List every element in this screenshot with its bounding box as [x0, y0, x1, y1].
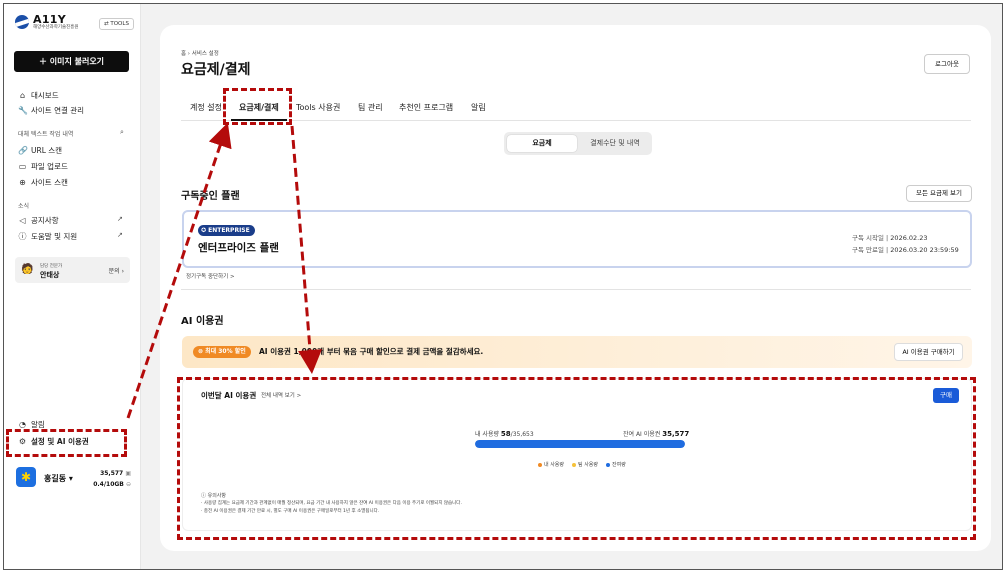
- external-link-icon: ↗: [117, 215, 123, 223]
- storage-usage: 0.4/10GB: [93, 481, 124, 488]
- billing-segment-control: 요금제 결제수단 및 내역: [504, 132, 652, 155]
- sidebar-item-site-scan[interactable]: ⊕ 사이트 스캔: [18, 177, 68, 188]
- annotation-box-settings: [6, 429, 127, 457]
- start-date: 2026.02.23: [890, 234, 928, 242]
- search-icon[interactable]: ⌕: [120, 128, 124, 137]
- logo-subtitle: 해양수산과학기술진흥원: [33, 25, 79, 30]
- tab-team[interactable]: 팀 관리: [358, 102, 383, 113]
- plan-name: 엔터프라이즈 플랜: [198, 242, 279, 254]
- discount-label: 최대 30% 할인: [205, 348, 246, 355]
- tools-button[interactable]: ⇄ TOOLS: [99, 18, 134, 30]
- tab-account[interactable]: 계정 설정: [190, 102, 222, 113]
- current-plan-card: ✪ ENTERPRISE 엔터프라이즈 플랜 구독 시작일 | 2026.02.…: [182, 210, 972, 268]
- discount-badge: ⊜ 최대 30% 할인: [193, 346, 251, 358]
- avatar: ✱: [16, 467, 36, 487]
- ask-label: 문의: [108, 268, 120, 275]
- plan-dates: 구독 시작일 | 2026.02.23 구독 만료일 | 2026.03.20 …: [852, 234, 959, 254]
- sidebar-item-notices[interactable]: ◁ 공지사항: [18, 215, 59, 226]
- globe-icon: ⊕: [19, 178, 26, 187]
- credit-icon: ▣: [125, 470, 131, 477]
- import-image-button[interactable]: ＋ 이미지 불러오기: [14, 51, 129, 72]
- user-name: 홍길동 ▾: [44, 474, 73, 483]
- bell-icon: ◔: [19, 420, 26, 429]
- logout-button[interactable]: 로그아웃: [924, 54, 970, 74]
- sidebar-item-label: 사이트 스캔: [31, 178, 68, 187]
- credit-count: 35,577: [100, 470, 124, 477]
- logo-name: A11Y: [33, 13, 66, 26]
- plus-icon: ＋: [38, 57, 47, 66]
- logo-icon: [15, 15, 29, 30]
- sidebar-item-url-scan[interactable]: 🔗 URL 스캔: [18, 145, 62, 156]
- ai-license-title: AI 이용권: [181, 316, 224, 327]
- wrench-icon: 🔧: [18, 106, 28, 115]
- user-credits: 35,577 ▣ 0.4/10GB ⊖: [93, 468, 131, 490]
- sidebar-item-label: 사이트 연결 관리: [31, 106, 85, 115]
- tools-label: TOOLS: [110, 21, 129, 27]
- tab-referral[interactable]: 추천인 프로그램: [399, 102, 453, 113]
- star-icon: ✪: [201, 227, 207, 234]
- page-title: 요금제/결제: [181, 62, 251, 78]
- expert-role: 담당 전문가: [40, 264, 63, 269]
- discount-icon: ⊜: [198, 348, 204, 355]
- sidebar-item-label: 파일 업로드: [31, 162, 68, 171]
- sidebar-item-help[interactable]: ⓘ 도움말 및 지원: [18, 231, 78, 242]
- home-icon: ⌂: [19, 91, 26, 100]
- tab-tools-license[interactable]: Tools 사용권: [296, 102, 340, 113]
- sidebar-item-label: 공지사항: [31, 216, 59, 225]
- section-alt-text-history: 대체 텍스트 작업 내역: [18, 131, 74, 138]
- import-label: 이미지 불러오기: [49, 57, 105, 66]
- swap-icon: ⇄: [104, 21, 109, 27]
- settings-tabs: 계정 설정 요금제/결제 Tools 사용권 팀 관리 추천인 프로그램 알림: [181, 99, 971, 121]
- segment-payment-history[interactable]: 결제수단 및 내역: [580, 135, 650, 152]
- ask-button[interactable]: 문의 ›: [109, 266, 124, 275]
- end-date: 2026.03.20 23:59:59: [890, 246, 959, 254]
- annotation-box-usage-card: [177, 377, 976, 540]
- cancel-subscription-link[interactable]: 정기구독 중단하기 >: [186, 272, 235, 280]
- logo[interactable]: A11Y 해양수산과학기술진흥원: [15, 14, 79, 31]
- end-label: 구독 만료일: [852, 246, 884, 254]
- subscribed-plan-title: 구독중인 플랜: [181, 191, 240, 202]
- annotation-box-billing-tab: [223, 88, 292, 125]
- storage-icon: ⊖: [125, 481, 131, 488]
- breadcrumb: 홈 › 서비스 설정: [181, 51, 219, 57]
- section-news: 소식: [18, 203, 30, 210]
- sidebar: A11Y 해양수산과학기술진흥원 ⇄ TOOLS ＋ 이미지 불러오기 ⌂ 대시…: [4, 4, 141, 569]
- divider: [181, 289, 971, 290]
- sidebar-item-dashboard[interactable]: ⌂ 대시보드: [18, 90, 59, 101]
- enterprise-badge: ✪ ENTERPRISE: [198, 225, 255, 236]
- segment-plans[interactable]: 요금제: [507, 135, 577, 152]
- sidebar-item-file-upload[interactable]: ▭ 파일 업로드: [18, 161, 68, 172]
- sidebar-item-label: URL 스캔: [31, 146, 63, 155]
- expert-name: 안태상: [40, 271, 60, 279]
- expert-avatar: 🧑: [21, 264, 34, 275]
- badge-label: ENTERPRISE: [208, 227, 250, 234]
- megaphone-icon: ◁: [19, 216, 26, 225]
- promo-banner: ⊜ 최대 30% 할인 AI 이용권 1,000개 부터 묶음 구매 할인으로 …: [182, 336, 972, 368]
- external-link-icon: ↗: [117, 231, 123, 239]
- folder-icon: ▭: [18, 162, 27, 171]
- link-icon: 🔗: [18, 146, 28, 155]
- buy-ai-license-button[interactable]: AI 이용권 구매하기: [894, 343, 963, 361]
- user-profile[interactable]: ✱ 홍길동 ▾ 35,577 ▣ 0.4/10GB ⊖: [4, 461, 141, 501]
- tab-notifications[interactable]: 알림: [471, 102, 486, 113]
- all-plans-button[interactable]: 모든 요금제 보기: [906, 185, 972, 202]
- sidebar-item-site-connections[interactable]: 🔧 사이트 연결 관리: [18, 105, 84, 116]
- help-icon: ⓘ: [18, 232, 27, 241]
- promo-text: AI 이용권 1,000개 부터 묶음 구매 할인으로 결제 금액을 절감하세요…: [259, 347, 484, 356]
- sidebar-item-label: 대시보드: [31, 91, 59, 100]
- sidebar-item-label: 도움말 및 지원: [31, 232, 78, 241]
- assigned-expert-card[interactable]: 🧑 담당 전문가 안태상 문의 ›: [15, 257, 130, 283]
- start-label: 구독 시작일: [852, 234, 884, 242]
